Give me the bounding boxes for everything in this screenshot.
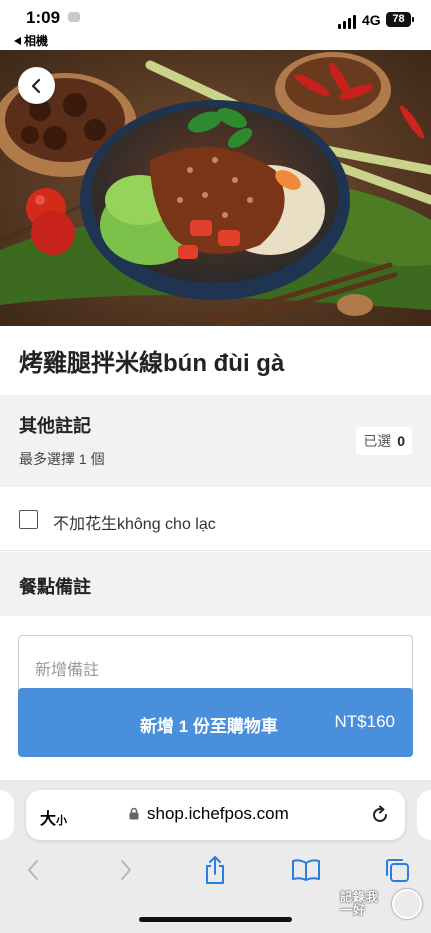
back-icon [28, 860, 38, 880]
product-image [0, 50, 431, 326]
selected-label: 已選 [363, 433, 392, 449]
share-icon [206, 856, 224, 884]
food-photo [0, 50, 431, 326]
watermark-line1: 記錄我 [340, 890, 380, 904]
options-title: 其他註記 [19, 416, 91, 436]
notes-section-header: 餐點備註 [0, 552, 431, 616]
notes-area: 新增備註 新增 1 份至購物車 NT$160 [0, 616, 431, 780]
notes-title: 餐點備註 [19, 577, 91, 597]
next-tab-card[interactable] [417, 790, 431, 840]
options-section-header: 其他註記 最多選擇 1 個 已選 0 [0, 395, 431, 487]
browser-toolbar-area: 大小 shop.ichefpos.com 記錄我 一好 [0, 780, 431, 933]
back-nav-button[interactable] [16, 853, 50, 887]
option-label: 不加花生không cho lạc [53, 516, 216, 533]
share-button[interactable] [198, 853, 232, 887]
text-size-button[interactable]: 大小 [40, 805, 67, 829]
forward-nav-button[interactable] [109, 853, 143, 887]
bookmarks-button[interactable] [289, 853, 323, 887]
lock-icon [129, 807, 139, 820]
option-no-peanuts[interactable]: 不加花生không cho lạc [0, 487, 431, 551]
network-type: 4G [362, 12, 381, 28]
selected-count: 0 [397, 433, 405, 449]
option-checkbox[interactable] [19, 510, 38, 529]
tabs-button[interactable] [380, 853, 414, 887]
tabs-icon [386, 859, 409, 882]
watermark-line2: 一好 [340, 903, 367, 917]
watermark-text: 記錄我 一好 [340, 891, 379, 917]
back-triangle-icon [14, 37, 21, 45]
status-bar: 1:09 相機 4G 78 [0, 0, 431, 50]
back-app-label: 相機 [24, 34, 49, 48]
battery-icon: 78 [386, 12, 414, 27]
reload-icon[interactable] [369, 804, 391, 826]
product-title: 烤雞腿拌米線bún đùi gà [19, 350, 285, 377]
address-bar[interactable]: 大小 shop.ichefpos.com [26, 790, 405, 840]
previous-tab-card[interactable] [0, 790, 14, 840]
cart-price: NT$160 [334, 712, 395, 731]
add-to-cart-button[interactable]: 新增 1 份至購物車 NT$160 [18, 688, 413, 757]
options-subtitle: 最多選擇 1 個 [19, 451, 105, 467]
signal-icon [338, 15, 358, 29]
bookmarks-icon [292, 859, 320, 881]
forward-icon [121, 860, 131, 880]
text-size-large: 大 [40, 811, 57, 828]
message-icon [68, 12, 80, 22]
back-to-app-link[interactable]: 相機 [14, 32, 48, 49]
add-to-cart-label: 新增 1 份至購物車 [140, 717, 278, 736]
watermark-badge-icon [392, 889, 422, 919]
watermark: 記錄我 一好 [340, 887, 422, 923]
back-button[interactable] [18, 67, 55, 104]
status-time: 1:09 [26, 8, 61, 27]
chevron-left-icon [31, 78, 40, 93]
url-text: shop.ichefpos.com [147, 804, 289, 823]
selected-count-badge: 已選 0 [356, 427, 412, 455]
home-indicator [139, 917, 292, 922]
text-size-small: 小 [56, 815, 68, 827]
